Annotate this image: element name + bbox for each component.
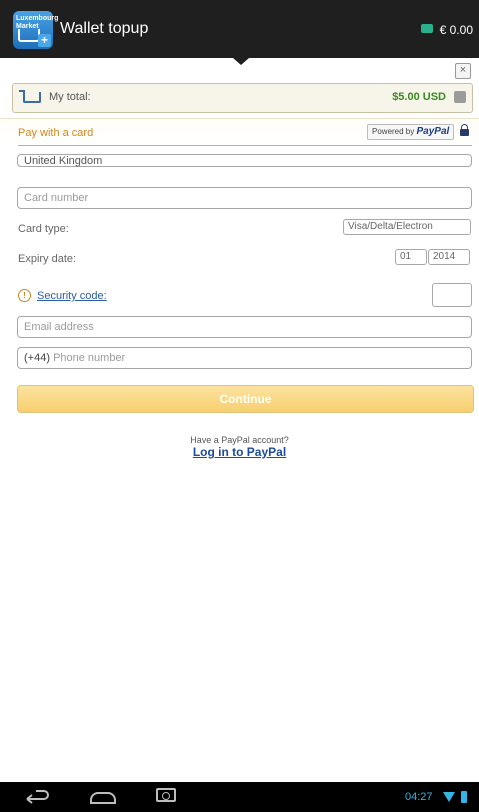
continue-button[interactable]: Continue — [17, 385, 474, 413]
card-type-select[interactable]: Visa/Delta/Electron — [343, 219, 471, 235]
expiry-date-label: Expiry date: — [18, 253, 77, 265]
expand-details-icon[interactable] — [454, 91, 466, 103]
paypal-login-link[interactable]: Log in to PayPal — [0, 445, 479, 459]
battery-icon — [461, 791, 467, 803]
expiry-month-select[interactable]: 01 — [395, 249, 427, 265]
card-number-input[interactable]: Card number — [17, 187, 472, 209]
action-bar: Luxembourg Market + Wallet topup € 0.00 — [0, 0, 479, 58]
close-button[interactable]: × — [455, 63, 471, 79]
home-icon[interactable] — [90, 792, 116, 804]
paypal-account-prompt: Have a PayPal account? — [190, 435, 289, 445]
phone-number-field[interactable]: (+44) Phone number — [17, 347, 472, 369]
card-type-label: Card type: — [18, 223, 69, 235]
phone-prefix: (+44) — [24, 352, 50, 364]
app-logo-icon[interactable]: Luxembourg Market + — [13, 11, 58, 49]
security-code-link[interactable]: Security code: — [37, 290, 107, 302]
shopping-cart-icon — [19, 90, 41, 103]
pay-with-card-title: Pay with a card — [18, 127, 94, 139]
phone-placeholder: Phone number — [53, 352, 126, 364]
expiry-year-select[interactable]: 2014 — [428, 249, 470, 265]
back-icon[interactable] — [24, 790, 50, 804]
security-code-input[interactable] — [432, 283, 472, 307]
payment-header: Pay with a card Powered by PayPal — [0, 118, 479, 147]
dialog-pointer — [233, 58, 249, 65]
total-label: My total: — [49, 91, 91, 103]
powered-by-text: Powered by — [372, 127, 415, 136]
header-divider — [18, 145, 472, 146]
wallet-icon — [421, 24, 433, 33]
lock-icon — [460, 124, 469, 136]
paypal-brand-text: PayPal — [416, 126, 450, 137]
page-title: Wallet topup — [60, 20, 149, 37]
cart-icon — [18, 29, 40, 42]
wifi-icon — [443, 792, 455, 802]
wallet-balance[interactable]: € 0.00 — [440, 23, 473, 37]
email-field[interactable]: Email address — [17, 316, 472, 338]
country-select[interactable]: United Kingdom — [17, 154, 472, 167]
status-clock: 04:27 — [405, 791, 433, 803]
recent-apps-icon[interactable] — [156, 788, 176, 802]
system-navigation-bar: 04:27 — [0, 782, 479, 812]
total-amount: $5.00 USD — [392, 91, 446, 103]
order-total-bar[interactable]: My total: $5.00 USD — [12, 83, 473, 113]
plus-icon: + — [38, 34, 51, 47]
powered-by-paypal-badge: Powered by PayPal — [367, 124, 455, 140]
info-icon[interactable]: ! — [18, 289, 31, 302]
